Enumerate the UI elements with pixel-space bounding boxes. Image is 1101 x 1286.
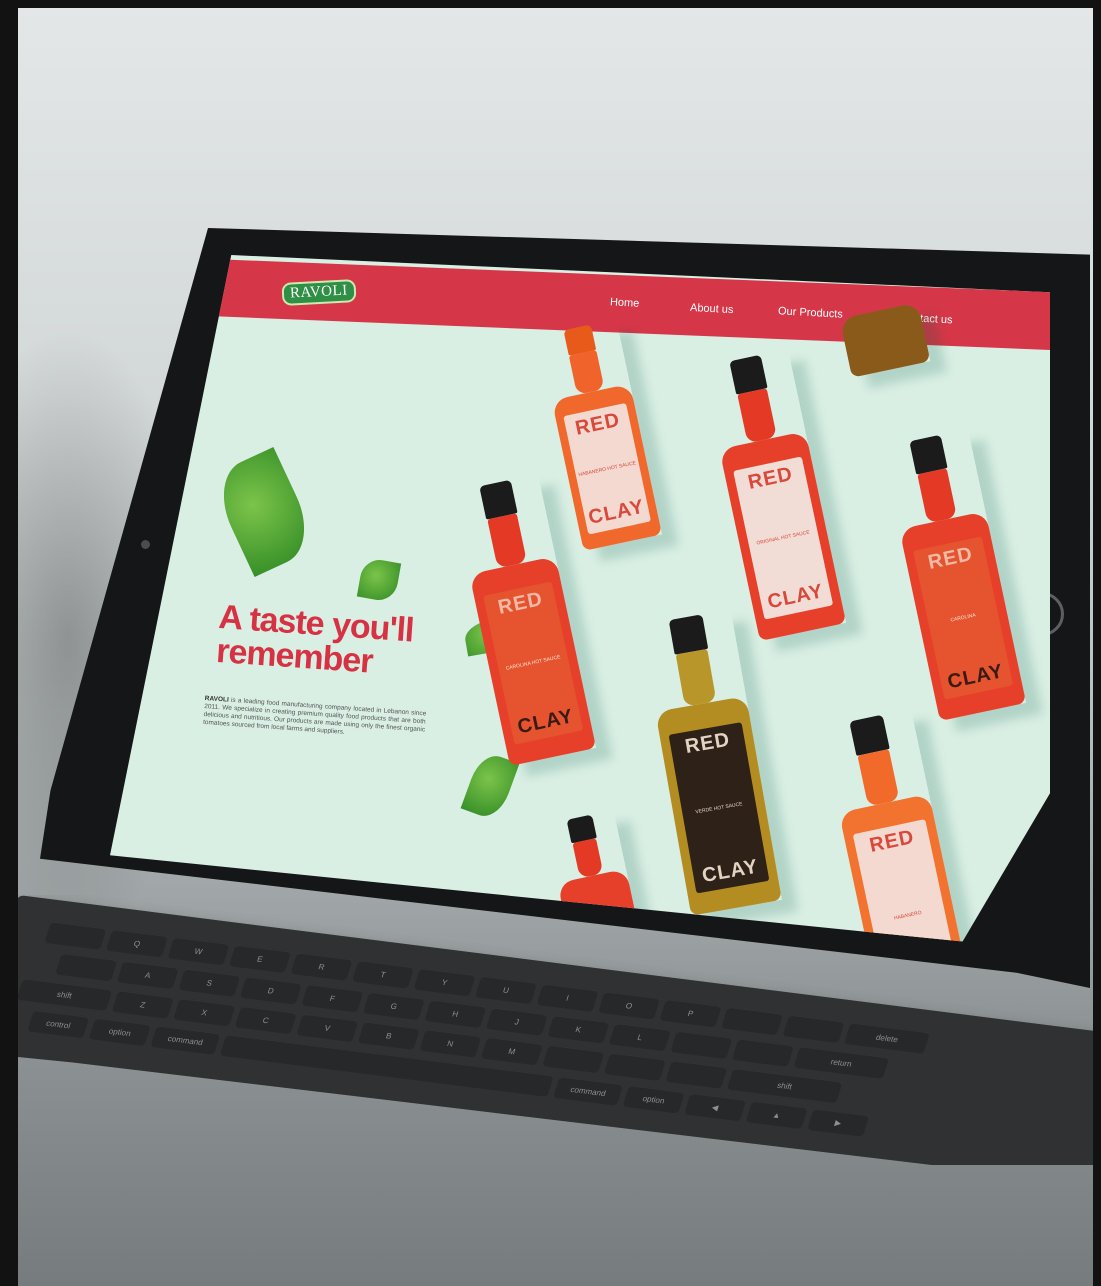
camera-icon — [141, 540, 150, 549]
key[interactable]: E — [229, 944, 292, 974]
key[interactable] — [665, 1060, 728, 1089]
bottle-label: RED HABANERO HOT SAUCE CLAY — [563, 403, 651, 535]
label-brand-bottom: CLAY — [515, 705, 576, 739]
command-key[interactable]: command — [150, 1025, 221, 1055]
return-key[interactable]: return — [793, 1046, 890, 1079]
hero-description: RAVOLI is a leading food manufacturing c… — [203, 695, 427, 742]
key[interactable]: T — [352, 960, 415, 989]
arrow-right-key[interactable]: ▶ — [807, 1108, 870, 1137]
hero-headline: A taste you'll remember — [215, 598, 479, 686]
bottle-cap — [669, 614, 708, 655]
product-bottle: RED HABANERO — [821, 709, 972, 942]
bottle-body: RED HABANERO HOT SAUCE CLAY — [551, 383, 662, 551]
bottle-neck — [572, 838, 604, 879]
key[interactable]: J — [485, 1007, 549, 1036]
label-flavor: CAROLINA — [949, 612, 977, 624]
label-brand-top: RED — [925, 542, 975, 574]
tablet-screen: RAVOLI Home About us Our Products Contac… — [110, 255, 1050, 942]
bottle-neck — [737, 387, 777, 444]
bottle-neck — [487, 512, 527, 569]
bottle-body: RED CAROLINA HOT SAUCE CLAY — [469, 556, 597, 767]
bottle-label: RED CAROLINA HOT SAUCE CLAY — [482, 580, 584, 746]
product-bottle: RED ORIGINAL HOT SAUCE CLAY — [702, 349, 847, 642]
delete-key[interactable]: delete — [844, 1022, 931, 1054]
key[interactable]: M — [480, 1036, 544, 1066]
key[interactable] — [721, 1006, 784, 1036]
product-bottle: RED VERDE HOT SAUCE CLAY — [640, 609, 782, 916]
key[interactable]: D — [239, 976, 303, 1005]
key[interactable]: L — [608, 1022, 672, 1052]
label-flavor: ORIGINAL HOT SAUCE — [755, 529, 811, 547]
label-brand-top: RED — [573, 409, 623, 441]
key[interactable]: P — [659, 999, 722, 1028]
key[interactable]: C — [234, 1005, 297, 1035]
label-flavor: HABANERO HOT SAUCE — [577, 459, 637, 478]
nav-about-us[interactable]: About us — [690, 302, 734, 316]
key[interactable]: H — [424, 999, 487, 1028]
control-key[interactable]: control — [27, 1009, 90, 1039]
key[interactable]: G — [362, 991, 426, 1021]
key[interactable]: X — [173, 998, 236, 1027]
key[interactable]: K — [547, 1015, 610, 1044]
label-brand-top: RED — [683, 728, 732, 759]
key[interactable]: O — [598, 991, 661, 1020]
key[interactable]: U — [475, 975, 538, 1005]
leaf-image — [208, 446, 320, 578]
key[interactable] — [731, 1038, 795, 1067]
shift-key[interactable]: shift — [18, 978, 113, 1011]
key[interactable]: S — [178, 968, 241, 997]
arrow-left-key[interactable]: ◀ — [684, 1092, 747, 1122]
key[interactable]: Y — [413, 967, 476, 997]
key[interactable] — [542, 1044, 605, 1074]
key[interactable]: Z — [111, 990, 174, 1019]
key[interactable]: N — [419, 1029, 482, 1058]
bottle-neck — [676, 649, 717, 708]
key[interactable]: R — [290, 952, 353, 981]
label-flavor: CAROLINA HOT SAUCE — [505, 654, 562, 672]
key[interactable] — [782, 1014, 845, 1043]
label-flavor: HABANERO — [893, 909, 923, 922]
label-brand-bottom: CLAY — [765, 580, 826, 614]
leaf-image — [356, 557, 402, 603]
bottle-neck — [569, 350, 605, 395]
key[interactable] — [670, 1030, 733, 1060]
bottle-body: RED HABANERO — [838, 793, 972, 942]
hero-description-text: is a leading food manufacturing company … — [202, 696, 427, 736]
key[interactable]: Q — [105, 929, 169, 958]
label-brand-bottom: CLAY — [700, 855, 761, 888]
command-key[interactable]: command — [553, 1076, 624, 1106]
key[interactable]: I — [536, 983, 599, 1012]
bottle-label: RED HABANERO — [852, 819, 958, 942]
key[interactable]: W — [167, 936, 230, 966]
nav-home[interactable]: Home — [610, 296, 640, 310]
key[interactable]: V — [296, 1013, 359, 1043]
label-brand-top: RED — [867, 826, 917, 858]
shift-key[interactable]: shift — [726, 1068, 843, 1104]
key[interactable] — [55, 952, 118, 982]
bottle-label: RED ORIGINAL HOT SAUCE CLAY — [732, 455, 834, 621]
label-flavor: VERDE HOT SAUCE — [695, 800, 744, 816]
bottle-label: RED VERDE HOT SAUCE CLAY — [668, 722, 770, 894]
key[interactable]: F — [301, 984, 364, 1013]
bottle-neck — [857, 748, 900, 807]
arrow-up-key[interactable]: ▲ — [745, 1100, 808, 1130]
bottle-body: RED ORIGINAL HOT SAUCE CLAY — [719, 431, 847, 642]
key[interactable] — [44, 921, 107, 950]
product-bottle: RED HABANERO HOT SAUCE CLAY — [538, 319, 662, 551]
label-brand-top: RED — [495, 587, 545, 619]
label-brand-top: RED — [745, 462, 795, 494]
label-brand-bottom: CLAY — [945, 660, 1006, 694]
bottle-body: RED VERDE HOT SAUCE CLAY — [655, 696, 782, 916]
site-logo[interactable]: RAVOLI — [281, 279, 357, 306]
product-bottle: RED CAROLINA CLAY — [882, 429, 1027, 722]
option-key[interactable]: option — [622, 1085, 685, 1114]
key[interactable] — [603, 1052, 667, 1081]
label-brand-bottom: CLAY — [586, 495, 647, 529]
bottle-neck — [917, 467, 957, 524]
option-key[interactable]: option — [88, 1017, 152, 1047]
key[interactable]: B — [357, 1021, 420, 1050]
bottle-label: RED CAROLINA CLAY — [912, 535, 1014, 701]
key[interactable]: A — [116, 960, 179, 990]
bottle-body: RED CAROLINA CLAY — [899, 511, 1027, 722]
